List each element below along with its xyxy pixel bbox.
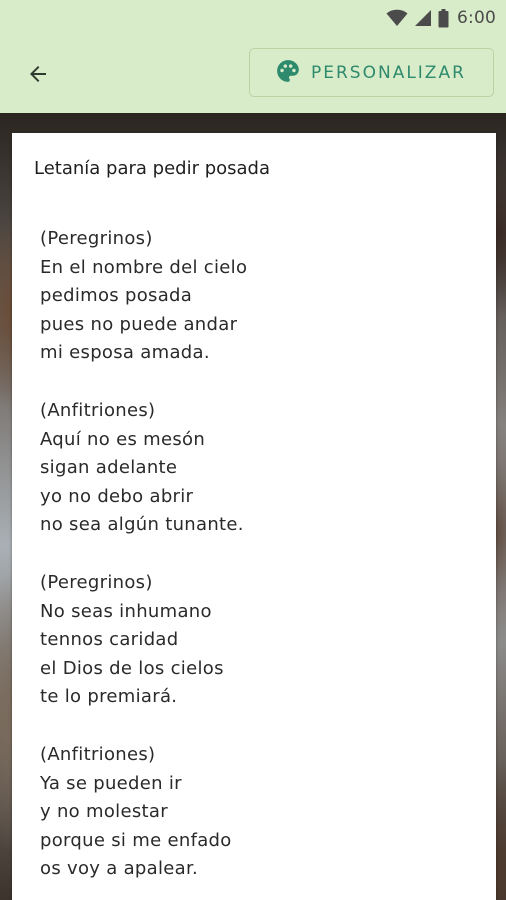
back-button[interactable] bbox=[18, 56, 58, 96]
card-title: Letanía para pedir posada bbox=[34, 158, 270, 179]
verse-line: (Peregrinos) bbox=[40, 228, 153, 249]
verse-line: pues no puede andar bbox=[40, 313, 238, 335]
arrow-left-icon bbox=[26, 62, 50, 90]
verse-line: tennos caridad bbox=[40, 629, 179, 651]
status-bar: 6:00 bbox=[0, 0, 506, 36]
verse-line: En el nombre del cielo bbox=[40, 256, 248, 278]
verse-line: el Dios de los cielos bbox=[40, 657, 224, 679]
stanza: (Anfitriones) Ya se pueden ir y no moles… bbox=[40, 741, 480, 884]
verse-line: no sea algún tunante. bbox=[40, 514, 244, 536]
verse-line: te lo premiará. bbox=[40, 686, 178, 708]
customize-label: PERSONALIZAR bbox=[311, 62, 466, 83]
litany-text: (Peregrinos) En el nombre del cielo pedi… bbox=[40, 225, 480, 900]
litany-card: Letanía para pedir posada (Peregrinos) E… bbox=[12, 133, 496, 900]
verse-line: os voy a apalear. bbox=[40, 858, 199, 880]
verse-line: sigan adelante bbox=[40, 457, 178, 479]
stanza: (Peregrinos) No seas inhumano tennos car… bbox=[40, 569, 480, 712]
verse-line: No seas inhumano bbox=[40, 600, 212, 622]
verse-line: mi esposa amada. bbox=[40, 342, 210, 364]
stanza: (Peregrinos) En el nombre del cielo pedi… bbox=[40, 225, 480, 368]
palette-icon bbox=[275, 58, 301, 88]
verse-line: (Peregrinos) bbox=[40, 571, 153, 593]
verse-line: yo no debo abrir bbox=[40, 485, 194, 507]
stanza: (Anfitriones) Aquí no es mesón sigan ade… bbox=[40, 397, 480, 540]
verse-line: Ya se pueden ir bbox=[40, 772, 182, 794]
verse-line: (Anfitriones) bbox=[40, 743, 156, 765]
customize-button[interactable]: PERSONALIZAR bbox=[249, 48, 494, 97]
verse-line: porque si me enfado bbox=[40, 829, 232, 851]
status-icons: 6:00 bbox=[386, 6, 496, 30]
verse-line: (Anfitriones) bbox=[40, 399, 156, 421]
signal-icon bbox=[414, 9, 432, 27]
verse-line: y no molestar bbox=[40, 801, 168, 823]
verse-line: pedimos posada bbox=[40, 285, 193, 307]
wifi-icon bbox=[386, 9, 408, 27]
status-time: 6:00 bbox=[457, 8, 496, 28]
verse-line: Aquí no es mesón bbox=[40, 428, 206, 450]
toolbar: PERSONALIZAR bbox=[0, 36, 506, 113]
battery-icon bbox=[438, 8, 449, 28]
